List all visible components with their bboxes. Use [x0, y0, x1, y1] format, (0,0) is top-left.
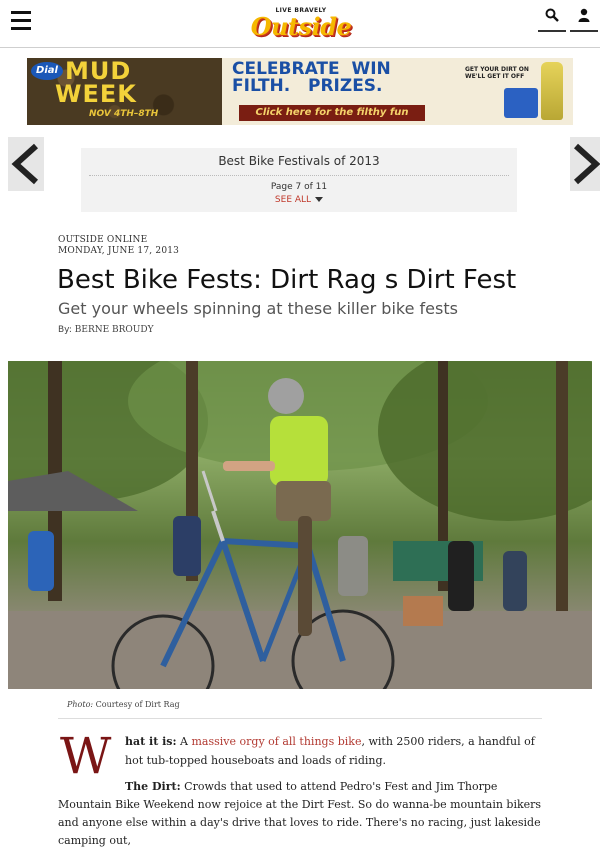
slideshow-title: Best Bike Festivals of 2013 [218, 154, 380, 168]
massive-orgy-link[interactable]: massive orgy of all things bike [192, 735, 362, 748]
paragraph-2-lead: The Dirt: [125, 780, 181, 793]
user-icon [578, 8, 590, 22]
article-paragraph-1: hat it is: A massive orgy of all things … [125, 732, 545, 770]
search-button[interactable] [538, 4, 566, 32]
ad-headline: CELEBRATE WIN FILTH. PRIZES. [232, 61, 452, 95]
paragraph-1-pre: A [176, 735, 192, 748]
article-hero-photo [8, 361, 592, 689]
article-subtitle: Get your wheels spinning at these killer… [58, 299, 458, 318]
article-byline: By: BERNE BROUDY [58, 325, 154, 335]
outside-logo[interactable]: LIVE BRAVELY Outside [246, 7, 356, 41]
slideshow-panel: Best Bike Festivals of 2013 Page 7 of 11… [81, 148, 517, 212]
byline-prefix: By: [58, 325, 72, 335]
caption-divider [58, 718, 542, 719]
ad-cta-button[interactable]: Click here for the filthy fun [239, 105, 425, 121]
user-account-button[interactable] [570, 4, 598, 32]
ad-side-text: GET YOUR DIRT ON WE'LL GET IT OFF [465, 66, 529, 80]
previous-slide-button[interactable] [8, 137, 44, 191]
ad-week-text: WEEK [55, 80, 137, 108]
ad-dates: NOV 4TH–8TH [89, 109, 159, 119]
site-header: LIVE BRAVELY Outside [0, 0, 600, 48]
photo-caption: Photo: Courtesy of Dirt Rag [67, 700, 180, 709]
mud-week-ad-banner[interactable]: Dial MUD WEEK NOV 4TH–8TH CELEBRATE WIN … [27, 58, 573, 125]
hamburger-menu-icon[interactable] [11, 11, 31, 31]
ad-product-bottle [541, 62, 563, 120]
article-source: OUTSIDE ONLINE [58, 235, 148, 245]
logo-wordmark: Outside [250, 12, 352, 41]
chevron-right-icon [573, 143, 600, 185]
photo-credit: Courtesy of Dirt Rag [95, 700, 180, 709]
article-title: Best Bike Fests: Dirt Rag s Dirt Fest [57, 265, 517, 295]
author-name[interactable]: BERNE BROUDY [75, 325, 154, 335]
next-slide-button[interactable] [570, 137, 600, 191]
caret-down-icon [315, 197, 324, 202]
slideshow-divider [89, 175, 509, 176]
article-paragraph-2: The Dirt: Crowds that used to attend Ped… [58, 778, 542, 850]
search-icon [545, 8, 559, 22]
tall-bike-rider-illustration [8, 361, 592, 689]
ad-headline-line2: FILTH. PRIZES. [232, 76, 383, 96]
slideshow-page-indicator: Page 7 of 11 [270, 182, 328, 192]
ad-product-box [504, 88, 538, 118]
see-all-label: SEE ALL [274, 195, 312, 205]
photo-label: Photo: [67, 700, 94, 709]
paragraph-1-lead: hat it is: [125, 735, 177, 748]
drop-cap: W [60, 727, 112, 785]
article-date: MONDAY, JUNE 17, 2013 [58, 246, 180, 256]
ad-mud-panel: Dial MUD WEEK NOV 4TH–8TH [27, 58, 222, 125]
dial-logo: Dial [31, 62, 63, 80]
chevron-left-icon [11, 143, 39, 185]
see-all-dropdown[interactable]: SEE ALL [81, 195, 517, 205]
